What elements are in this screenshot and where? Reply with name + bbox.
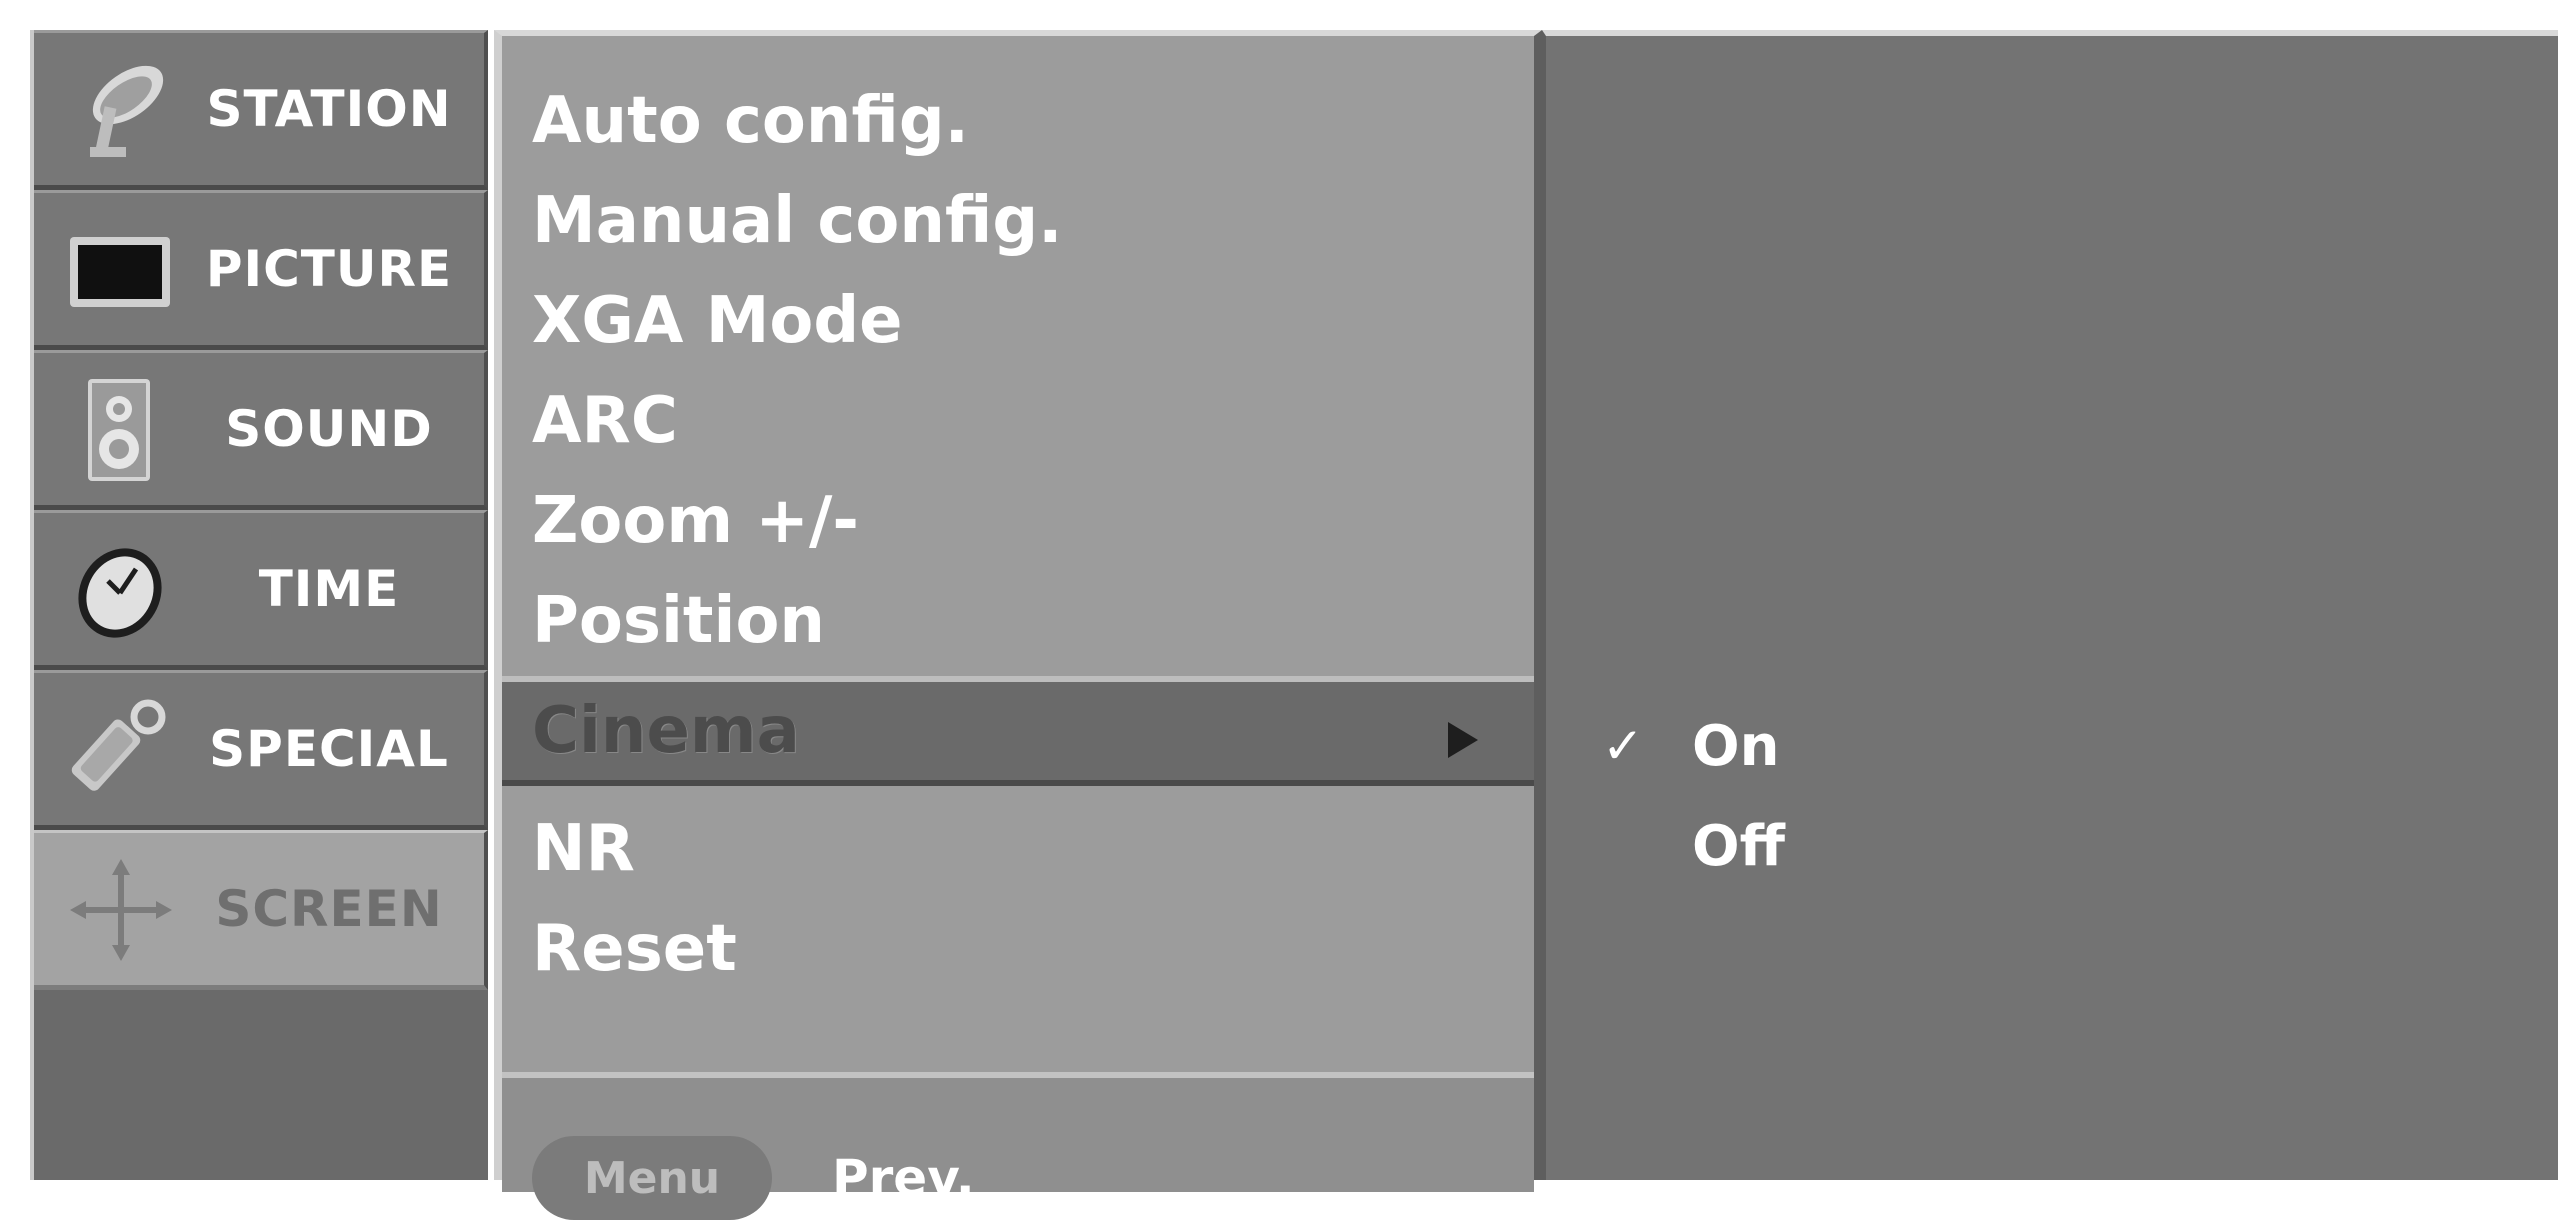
option-off[interactable]: Off — [1546, 806, 2558, 886]
category-special[interactable]: SPECIAL — [34, 670, 488, 830]
menu-button[interactable]: Menu — [532, 1136, 772, 1220]
check-mark-icon: ✓ — [1602, 717, 1644, 775]
category-station[interactable]: STATION — [34, 30, 488, 190]
category-time[interactable]: TIME — [34, 510, 488, 670]
category-screen[interactable]: SCREEN — [34, 830, 488, 990]
option-label: On — [1692, 713, 1780, 779]
category-sound[interactable]: SOUND — [34, 350, 488, 510]
option-on[interactable]: ✓ On — [1546, 706, 2558, 786]
submenu-item-reset[interactable]: Reset — [532, 904, 737, 994]
option-panel: ✓ On Off — [1542, 30, 2558, 1180]
category-label: TIME — [258, 560, 400, 618]
speaker-icon — [66, 375, 176, 485]
submenu-footer: Menu Prev. — [502, 1072, 1534, 1220]
prev-label: Prev. — [832, 1149, 975, 1207]
submenu-item-zoom[interactable]: Zoom +/- — [532, 476, 859, 566]
category-label: SOUND — [225, 400, 433, 458]
submenu-item-xga-mode[interactable]: XGA Mode — [532, 276, 903, 366]
right-arrow-icon — [1448, 722, 1478, 758]
submenu-item-label: Cinema — [532, 694, 800, 768]
move-arrows-icon — [66, 855, 176, 965]
option-label: Off — [1692, 813, 1785, 879]
category-label: SCREEN — [215, 880, 443, 938]
category-column: STATION PICTURE SOUND TIME SPECIAL SCREE… — [30, 30, 488, 1180]
submenu-item-position[interactable]: Position — [532, 576, 825, 666]
key-tag-icon — [66, 695, 176, 805]
submenu-item-arc[interactable]: ARC — [532, 376, 678, 466]
monitor-icon — [66, 215, 176, 325]
category-label: STATION — [206, 80, 452, 138]
submenu-item-nr[interactable]: NR — [532, 804, 635, 894]
category-label: PICTURE — [205, 240, 453, 298]
satellite-dish-icon — [66, 55, 176, 165]
submenu-item-auto-config[interactable]: Auto config. — [532, 76, 969, 166]
submenu-item-manual-config[interactable]: Manual config. — [532, 176, 1062, 266]
clock-icon — [66, 535, 176, 645]
submenu-item-cinema[interactable]: Cinema — [502, 676, 1534, 786]
submenu-panel: Auto config. Manual config. XGA Mode ARC… — [494, 30, 1542, 1220]
tv-osd-menu: STATION PICTURE SOUND TIME SPECIAL SCREE… — [0, 0, 2558, 1220]
category-label: SPECIAL — [209, 720, 449, 778]
category-picture[interactable]: PICTURE — [34, 190, 488, 350]
